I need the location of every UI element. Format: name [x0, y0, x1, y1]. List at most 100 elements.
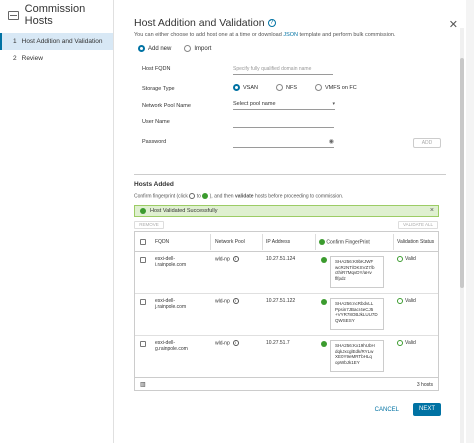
validation-status: Valid — [397, 298, 416, 304]
row-fqdn: esxi-dell- g.rainpole.com — [155, 340, 188, 352]
row-checkbox[interactable] — [140, 299, 146, 305]
row-checkbox[interactable] — [140, 257, 146, 263]
fingerprint-line: SHA256:ncRbdvLL — [335, 301, 374, 306]
fqdn-line: i.rainpole.com — [155, 262, 187, 268]
validate-all-button[interactable]: VALIDATE ALL — [398, 221, 438, 229]
next-button[interactable]: NEXT — [413, 403, 441, 416]
remove-button[interactable]: REMOVE — [134, 221, 164, 229]
fqdn-input[interactable]: Specify fully qualified domain name — [233, 65, 333, 75]
col-confirm-fingerprint[interactable]: Confirm FingerPrint — [319, 239, 370, 245]
radio-label: VSAN — [243, 84, 258, 91]
confirm-instructions: Confirm fingerprint (click to ), and the… — [134, 193, 343, 199]
row-ip: 10.27.51.122 — [266, 298, 296, 304]
fingerprint-box: SHA256:K9bKJWF wcRzNT/DKSVZ7/b cthiR7Mqv… — [330, 256, 384, 288]
vertical-scrollbar[interactable] — [460, 28, 464, 443]
right-gutter — [466, 0, 474, 443]
row-checkbox[interactable] — [140, 341, 146, 347]
row-fqdn: esxi-dell- j.rainpole.com — [155, 298, 186, 310]
fingerprint-confirmed-icon[interactable] — [321, 257, 327, 263]
status-text: Valid — [405, 340, 416, 346]
radio-selected-icon — [233, 84, 240, 91]
confirm-text: hosts before proceeding to commission. — [254, 193, 344, 200]
column-label: Confirm FingerPrint — [326, 239, 370, 246]
scrollbar-thumb[interactable] — [460, 58, 464, 288]
description-text: You can either choose to add host one at… — [134, 32, 284, 38]
confirm-text: Confirm fingerprint (click — [134, 193, 188, 200]
table-row: esxi-dell- i.rainpole.com wld-np i 10.27.… — [135, 252, 438, 294]
close-alert-icon[interactable]: × — [430, 207, 434, 214]
table-footer: ▥ 3 hosts — [135, 377, 438, 390]
radio-import[interactable]: Import — [184, 45, 211, 52]
status-text: Valid — [405, 256, 416, 262]
select-value: Select pool name — [233, 101, 276, 107]
pool-name: wld-np — [215, 298, 230, 305]
radio-label: VMFS on FC — [324, 84, 357, 91]
col-fqdn[interactable]: FQDN — [155, 239, 169, 245]
fingerprint-line: SHA256:K9bKJWF — [335, 259, 374, 264]
row-network-pool: wld-np i — [215, 298, 239, 304]
validation-status: Valid — [397, 256, 416, 262]
step-number: 2 — [13, 55, 17, 62]
radio-empty-icon — [184, 45, 192, 52]
json-template-link[interactable]: JSON — [283, 32, 298, 38]
username-label: User Name — [142, 119, 170, 125]
username-input[interactable] — [233, 118, 334, 128]
column-divider — [262, 234, 263, 250]
validation-status: Valid — [397, 340, 416, 346]
window-icon — [8, 10, 19, 20]
wizard-steps: 1 Host Addition and Validation 2 Review — [0, 33, 113, 67]
col-network-pool[interactable]: Network Pool — [215, 239, 245, 245]
radio-vmfs-fc[interactable]: VMFS on FC — [314, 84, 357, 91]
step-review[interactable]: 2 Review — [0, 50, 113, 67]
col-validation-status[interactable]: Validation Status — [397, 239, 434, 245]
eye-icon[interactable]: ◉ — [329, 138, 334, 147]
pool-name: wld-np — [215, 256, 230, 263]
pool-name: wld-np — [215, 340, 230, 347]
cancel-button[interactable]: CANCEL — [375, 407, 399, 413]
table-row: esxi-dell- g.rainpole.com wld-np i 10.27.… — [135, 336, 438, 378]
radio-vsan[interactable]: VSAN — [233, 84, 258, 91]
column-toggle-icon[interactable]: ▥ — [140, 381, 146, 388]
fingerprint-confirmed-icon — [202, 193, 209, 199]
select-all-checkbox[interactable] — [140, 239, 146, 245]
section-divider — [134, 174, 446, 175]
commission-hosts-wizard: Commission Hosts 1 Host Addition and Val… — [0, 0, 474, 443]
add-button[interactable]: ADD — [413, 138, 441, 148]
fingerprint-confirmed-icon[interactable] — [321, 341, 327, 347]
wizard-steps-panel: Commission Hosts 1 Host Addition and Val… — [0, 0, 114, 443]
page-title-row: Host Addition and Validation ? — [134, 17, 276, 29]
hosts-table: FQDN Network Pool IP Address Confirm Fin… — [134, 231, 439, 391]
fqdn-line: g.rainpole.com — [155, 346, 188, 352]
password-input[interactable]: ◉ — [233, 138, 334, 148]
radio-label: NFS — [285, 84, 297, 91]
help-icon[interactable]: ? — [267, 19, 276, 27]
info-icon[interactable]: i — [232, 340, 239, 346]
chevron-down-icon: ▾ — [332, 101, 335, 107]
info-icon[interactable]: i — [232, 298, 239, 304]
radio-label: Add new — [148, 45, 172, 52]
confirm-text-bold: validate — [234, 193, 254, 200]
row-fqdn: esxi-dell- i.rainpole.com — [155, 256, 186, 268]
check-circle-icon — [397, 298, 403, 304]
page-title: Host Addition and Validation — [134, 17, 265, 29]
fingerprint-box: SHA256:Kx19hUbH dqkJxcglEdk/RYLw XE0Y9eM… — [330, 340, 384, 372]
radio-nfs[interactable]: NFS — [275, 84, 297, 91]
col-ip-address[interactable]: IP Address — [266, 239, 290, 245]
network-pool-select[interactable]: Select pool name ▾ — [233, 101, 335, 110]
confirm-text: to — [196, 193, 201, 200]
step-number: 1 — [13, 38, 17, 45]
info-icon[interactable]: i — [232, 256, 239, 262]
check-circle-icon — [397, 256, 403, 262]
close-icon[interactable]: ✕ — [449, 18, 458, 31]
fingerprint-line: SHA256:Kx19hUbH — [335, 343, 375, 348]
radio-empty-icon — [275, 84, 283, 91]
success-alert: Host Validated Successfully × — [134, 205, 439, 217]
add-mode-radios: Add new Import — [138, 45, 224, 52]
wizard-header: Commission Hosts — [0, 0, 113, 30]
radio-add-new[interactable]: Add new — [138, 45, 171, 52]
main-panel: Host Addition and Validation ? ✕ You can… — [114, 0, 466, 443]
host-count: 3 hosts — [416, 382, 433, 388]
row-network-pool: wld-np i — [215, 256, 239, 262]
step-host-addition[interactable]: 1 Host Addition and Validation — [0, 33, 113, 50]
fingerprint-confirmed-icon[interactable] — [321, 299, 327, 305]
